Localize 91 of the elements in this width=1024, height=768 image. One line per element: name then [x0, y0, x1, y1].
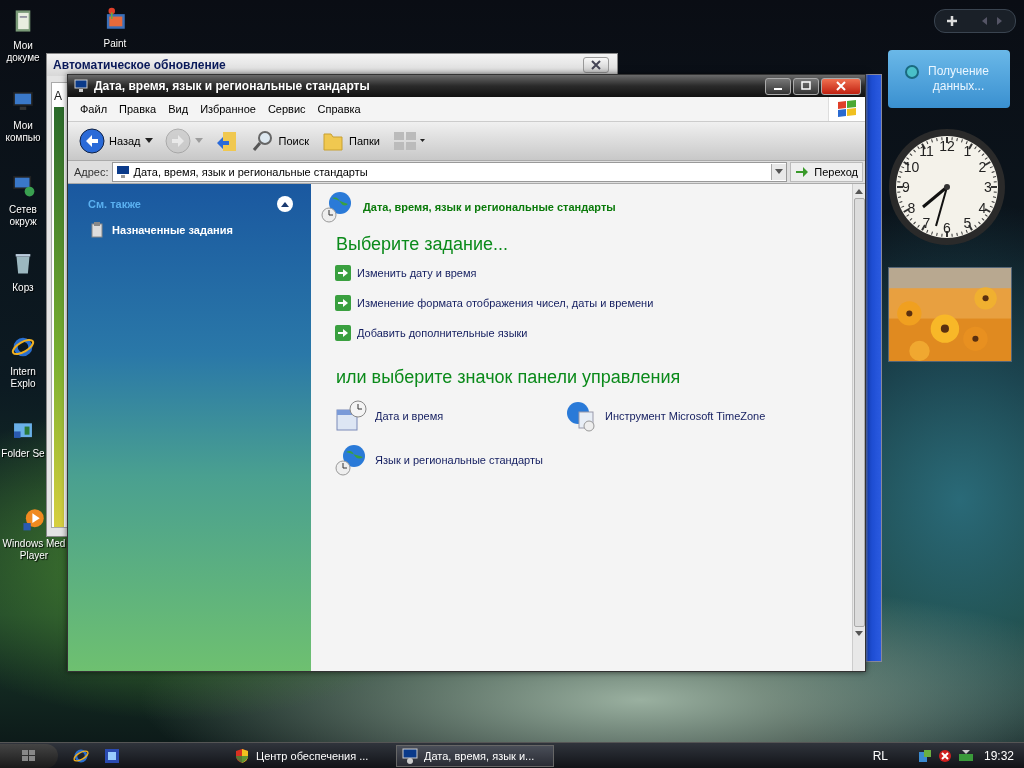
language-indicator[interactable]: RL: [872, 749, 888, 763]
minimize-button[interactable]: [765, 77, 791, 95]
browser-icon[interactable]: [72, 747, 90, 765]
loading-icon: [903, 64, 920, 80]
close-button[interactable]: [821, 77, 861, 95]
monitor-icon[interactable]: [104, 748, 120, 764]
clock-numeral: 7: [922, 214, 931, 231]
section-heading: или выберите значок панели управления: [336, 367, 682, 388]
close-icon: [591, 60, 601, 70]
dropdown-icon: [771, 164, 787, 180]
search-icon: [250, 129, 275, 153]
clipboard-icon: [90, 222, 104, 238]
control-panel-item[interactable]: Дата и время: [335, 400, 565, 432]
caret-icon: [194, 138, 203, 144]
monitor-icon: [74, 79, 88, 93]
desktop-icon-label: Paint: [103, 38, 127, 50]
control-panel-item[interactable]: Язык и региональные стандарты: [335, 444, 565, 476]
clock-numeral: 6: [943, 220, 951, 236]
clock-numeral: 11: [919, 143, 934, 160]
menu-item[interactable]: Сервис: [261, 101, 312, 117]
collapse-button[interactable]: [277, 196, 293, 212]
back-button[interactable]: Назад: [76, 126, 156, 156]
arrow-icon: [795, 165, 810, 179]
start-button[interactable]: [0, 744, 58, 768]
maximize-button[interactable]: [793, 77, 819, 95]
clock-numeral: 12: [939, 138, 955, 154]
desktop-icon-label: Корз: [12, 282, 34, 294]
calendar-clock-icon: [335, 400, 367, 432]
go-button[interactable]: Переход: [790, 162, 863, 182]
window-title: Дата, время, язык и региональные стандарты: [94, 79, 371, 93]
task-link[interactable]: Изменение формата отображения чисел, даты и времени: [335, 295, 844, 311]
status-text: Получение данных...: [927, 64, 990, 94]
clock-numeral: 8: [907, 199, 916, 216]
task-link[interactable]: Изменить дату и время: [335, 265, 844, 281]
monitor-icon: [402, 748, 418, 764]
clock-time: 19:32: [983, 749, 1014, 763]
desktop-icon-label: Windows Med Player: [2, 538, 66, 562]
close-button[interactable]: [583, 57, 609, 73]
menu-item[interactable]: Правка: [113, 101, 163, 117]
clock-numeral: 2: [978, 158, 987, 175]
chevron-up-icon: [280, 200, 290, 208]
task-link[interactable]: Добавить дополнительные языки: [335, 325, 844, 341]
clock-numeral: 5: [963, 214, 972, 231]
taskbar-button[interactable]: Дата, время, язык и...: [396, 745, 554, 767]
error-icon[interactable]: [937, 749, 952, 763]
minimize-icon: [774, 88, 782, 90]
caret-icon: [144, 138, 153, 144]
add-icon[interactable]: [945, 15, 958, 27]
window-title: Автоматическое обновление: [53, 58, 227, 72]
desktop-icon-label: Сетев окруж: [9, 204, 37, 228]
address-field[interactable]: Дата, время, язык и региональные стандарты: [111, 162, 788, 182]
section-heading: Выберите задание...: [336, 234, 509, 255]
menu-item[interactable]: Справка: [311, 101, 367, 117]
globe-clock-icon: [335, 444, 367, 476]
monitor-icon: [115, 165, 130, 179]
windows-icon: [21, 749, 37, 763]
clock-numeral: 9: [902, 179, 910, 195]
globe-document-icon: [565, 400, 597, 432]
address-label: Адрес:: [74, 166, 109, 178]
scroll-thumb[interactable]: [853, 198, 865, 627]
window-text: А: [54, 89, 63, 103]
shield-icon: [234, 748, 250, 764]
desktop-icon-label: Folder Se: [1, 448, 45, 460]
globe-clock-icon: [320, 190, 354, 224]
desktop-icon-label: Мои компью: [5, 120, 41, 144]
scrollbar[interactable]: [852, 184, 865, 671]
page-header: Дата, время, язык и региональные стандарты: [363, 201, 616, 213]
taskbar-button[interactable]: Центр обеспечения ...: [228, 745, 386, 767]
sidebar-link[interactable]: Назначенные задания: [88, 222, 293, 238]
menu-item[interactable]: Избранное: [194, 101, 262, 117]
connection-icon[interactable]: [957, 749, 974, 763]
views-icon: [391, 130, 426, 152]
flag-icon: [836, 99, 858, 119]
maximize-icon: [801, 81, 811, 91]
network-icon[interactable]: [917, 749, 932, 763]
folders-button[interactable]: Папки: [318, 127, 383, 155]
clock-numeral: 3: [984, 179, 992, 195]
menu-item[interactable]: Вид: [162, 101, 195, 117]
clock-numeral: 4: [978, 199, 987, 216]
desktop-icon-label: Мои докуме: [6, 40, 40, 64]
clock-numeral: 10: [903, 158, 920, 175]
section-title: См. также: [88, 198, 141, 210]
desktop-icon-label: Intern Explo: [10, 366, 36, 390]
clock-numeral: 1: [963, 143, 972, 160]
menu-item[interactable]: Файл: [74, 101, 114, 117]
search-button[interactable]: Поиск: [247, 127, 312, 155]
control-panel-item[interactable]: Инструмент Microsoft TimeZone: [565, 400, 825, 432]
close-icon: [836, 81, 846, 91]
player-desktop-icon[interactable]: [21, 506, 47, 532]
scroll-down-icon: [855, 631, 863, 637]
scroll-up-icon: [855, 188, 863, 194]
